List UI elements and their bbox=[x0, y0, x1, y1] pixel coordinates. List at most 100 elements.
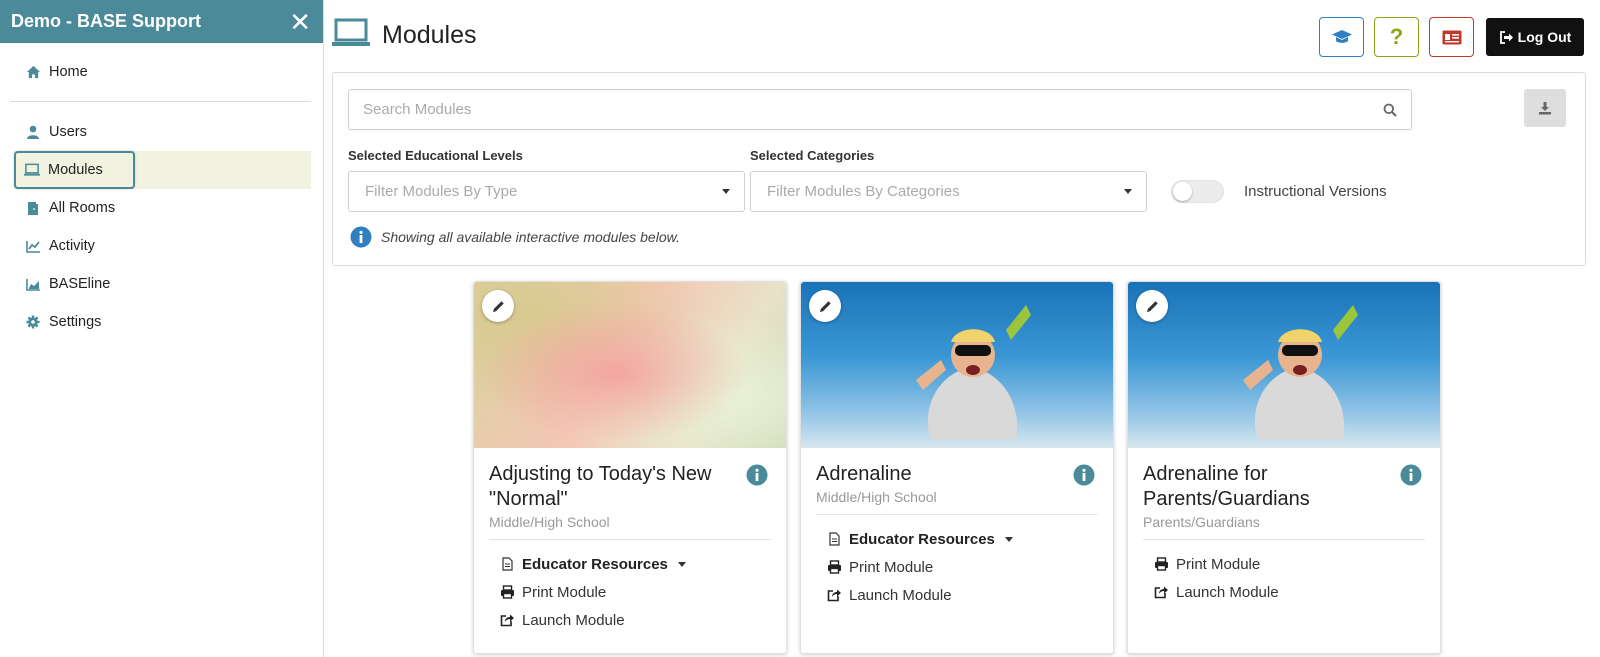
id-card-icon bbox=[1442, 30, 1461, 44]
caret-down-icon bbox=[1124, 189, 1132, 194]
sidebar-item-all-rooms[interactable]: All Rooms bbox=[0, 189, 323, 227]
sidebar-item-label: Users bbox=[49, 124, 87, 140]
edit-button[interactable] bbox=[482, 290, 514, 322]
external-link-icon bbox=[1153, 585, 1169, 599]
graduation-cap-icon bbox=[1331, 30, 1352, 43]
info-icon[interactable] bbox=[1400, 464, 1422, 491]
home-icon bbox=[25, 64, 41, 80]
external-link-icon bbox=[499, 613, 515, 627]
search-placeholder: Search Modules bbox=[363, 101, 472, 118]
sign-out-icon bbox=[1499, 30, 1513, 44]
user-icon bbox=[25, 124, 41, 140]
laptop-icon bbox=[332, 18, 370, 53]
document-icon bbox=[826, 532, 842, 546]
header-buttons: ? Log Out bbox=[1319, 17, 1584, 57]
module-actions: Educator Resources Print Module Launch M… bbox=[489, 550, 771, 634]
gear-icon bbox=[25, 314, 41, 330]
instructional-versions-toggle[interactable] bbox=[1171, 180, 1224, 203]
launch-module-label: Launch Module bbox=[849, 586, 952, 604]
info-text: Showing all available interactive module… bbox=[381, 229, 680, 245]
edu-levels-placeholder: Filter Modules By Type bbox=[365, 183, 518, 200]
sidebar-item-users[interactable]: Users bbox=[0, 113, 323, 151]
page-header: Modules bbox=[332, 18, 477, 53]
module-card: Adrenaline for Parents/Guardians Parents… bbox=[1127, 281, 1441, 654]
line-chart-icon bbox=[25, 238, 41, 254]
training-button[interactable] bbox=[1319, 17, 1364, 57]
print-module-link[interactable]: Print Module bbox=[499, 578, 771, 606]
launch-module-link[interactable]: Launch Module bbox=[826, 581, 1098, 609]
info-icon[interactable] bbox=[746, 464, 768, 491]
sidebar: Demo - BASE Support ✕ Home Users Modules bbox=[0, 0, 324, 657]
module-actions: Educator Resources Print Module Launch M… bbox=[816, 525, 1098, 609]
skydiver-image bbox=[1243, 305, 1358, 440]
sidebar-item-settings[interactable]: Settings bbox=[0, 303, 323, 341]
sidebar-title: Demo - BASE Support bbox=[11, 11, 202, 31]
page-title: Modules bbox=[382, 21, 477, 49]
sidebar-item-label: Activity bbox=[49, 238, 95, 254]
module-audience: Parents/Guardians bbox=[1143, 514, 1260, 530]
launch-module-link[interactable]: Launch Module bbox=[1153, 578, 1425, 606]
edu-levels-select[interactable]: Filter Modules By Type bbox=[348, 171, 745, 212]
help-button[interactable]: ? bbox=[1374, 17, 1419, 57]
pencil-icon bbox=[492, 300, 504, 312]
edit-button[interactable] bbox=[1136, 290, 1168, 322]
info-icon[interactable] bbox=[1073, 464, 1095, 491]
module-card: Adrenaline Middle/High School Educator R… bbox=[800, 281, 1114, 654]
question-icon: ? bbox=[1389, 24, 1404, 49]
module-thumbnail bbox=[801, 282, 1113, 448]
sidebar-item-modules[interactable]: Modules bbox=[14, 150, 311, 189]
printer-icon bbox=[826, 560, 842, 574]
laptop-icon bbox=[24, 162, 40, 178]
print-module-link[interactable]: Print Module bbox=[826, 553, 1098, 581]
categories-placeholder: Filter Modules By Categories bbox=[767, 183, 960, 200]
sidebar-divider bbox=[10, 101, 311, 102]
search-input[interactable]: Search Modules bbox=[348, 89, 1412, 130]
caret-down-icon bbox=[677, 561, 686, 567]
print-module-link[interactable]: Print Module bbox=[1153, 550, 1425, 578]
launch-module-label: Launch Module bbox=[1176, 583, 1279, 601]
info-circle-icon bbox=[350, 226, 372, 248]
close-icon[interactable]: ✕ bbox=[289, 9, 311, 35]
sidebar-item-label: All Rooms bbox=[49, 200, 116, 216]
categories-label: Selected Categories bbox=[750, 148, 875, 163]
id-card-button[interactable] bbox=[1429, 17, 1474, 57]
edu-levels-label: Selected Educational Levels bbox=[348, 148, 523, 163]
sidebar-item-baseline[interactable]: BASEline bbox=[0, 265, 323, 303]
sidebar-item-activity[interactable]: Activity bbox=[0, 227, 323, 265]
pencil-icon bbox=[1146, 300, 1158, 312]
categories-select[interactable]: Filter Modules By Categories bbox=[750, 171, 1147, 212]
educator-resources-dropdown[interactable]: Educator Resources bbox=[826, 525, 1098, 553]
print-module-label: Print Module bbox=[849, 558, 934, 576]
sidebar-item-label: BASEline bbox=[49, 276, 111, 292]
external-link-icon bbox=[826, 588, 842, 602]
active-highlight: Modules bbox=[14, 150, 135, 189]
info-message: Showing all available interactive module… bbox=[350, 226, 680, 248]
door-icon bbox=[25, 200, 41, 216]
module-card-body: Adrenaline Middle/High School Educator R… bbox=[801, 448, 1113, 609]
educator-resources-dropdown[interactable]: Educator Resources bbox=[499, 550, 771, 578]
sidebar-item-label: Modules bbox=[48, 161, 103, 178]
printer-icon bbox=[1153, 557, 1169, 571]
sidebar-header: Demo - BASE Support ✕ bbox=[0, 0, 323, 43]
pencil-icon bbox=[819, 300, 831, 312]
download-button[interactable] bbox=[1524, 89, 1566, 127]
module-card-body: Adrenaline for Parents/Guardians Parents… bbox=[1128, 448, 1440, 606]
module-title: Adjusting to Today's New "Normal" bbox=[489, 463, 712, 510]
card-divider bbox=[816, 514, 1098, 515]
sidebar-item-home[interactable]: Home bbox=[0, 53, 323, 91]
print-module-label: Print Module bbox=[522, 583, 607, 601]
sidebar-item-label: Settings bbox=[49, 314, 102, 330]
filter-panel: Search Modules Selected Educational Leve… bbox=[332, 72, 1586, 266]
module-title: Adrenaline bbox=[816, 463, 912, 485]
sidebar-item-label: Home bbox=[49, 64, 88, 80]
bar-chart-icon bbox=[25, 276, 41, 292]
module-card-body: Adjusting to Today's New "Normal" Middle… bbox=[474, 448, 786, 634]
skydiver-image bbox=[916, 305, 1031, 440]
launch-module-link[interactable]: Launch Module bbox=[499, 606, 771, 634]
module-actions: Print Module Launch Module bbox=[1143, 550, 1425, 606]
logout-button[interactable]: Log Out bbox=[1486, 18, 1584, 56]
edit-button[interactable] bbox=[809, 290, 841, 322]
instructional-versions-label: Instructional Versions bbox=[1244, 183, 1387, 200]
module-title: Adrenaline for Parents/Guardians bbox=[1143, 463, 1310, 510]
main-content: Modules ? Log Out Search Modules Selecte… bbox=[325, 0, 1600, 657]
